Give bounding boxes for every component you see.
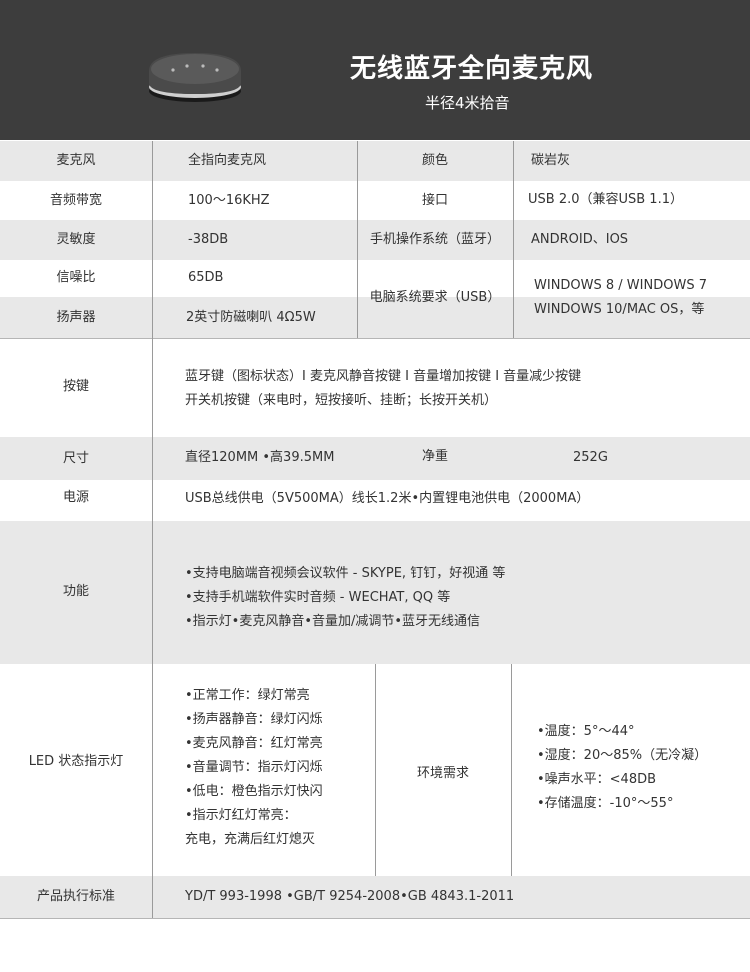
spec-value-phone-os: ANDROID、IOS [531, 232, 629, 247]
spec-label-snr: 信噪比 [56, 270, 96, 285]
led-line: •低电：橙色指示灯快闪 [185, 784, 323, 799]
spec-value-color: 碳岩灰 [531, 153, 571, 168]
page-title: 无线蓝牙全向麦克风 [350, 54, 594, 84]
spec-label-speaker: 扬声器 [56, 310, 96, 325]
spec-value-keys-line1: 蓝牙键（图标状态）I 麦克风静音按键 I 音量增加按键 I 音量减少按键 [185, 369, 582, 384]
led-line: •正常工作：绿灯常亮 [185, 688, 310, 703]
spec-label-environment: 环境需求 [416, 766, 469, 781]
spec-label-sensitivity: 灵敏度 [56, 232, 96, 247]
spec-value-weight: 252G [573, 450, 608, 465]
page-subtitle: 半径4米拾音 [425, 94, 510, 112]
led-line: 充电，充满后红灯熄灭 [185, 832, 316, 847]
spec-label-function: 功能 [62, 584, 89, 599]
function-line: •支持手机端软件实时音频 - WECHAT, QQ 等 [185, 590, 451, 605]
spec-label-phone-os: 手机操作系统（蓝牙） [369, 232, 500, 247]
spec-value-bandwidth: 100～16KHZ [188, 193, 270, 208]
spec-value-port: USB 2.0（兼容USB 1.1） [528, 192, 683, 207]
environment-line: •存储温度：-10°～55° [537, 796, 674, 811]
spec-label-mic: 麦克风 [56, 153, 96, 168]
spec-label-led: LED 状态指示灯 [28, 754, 124, 769]
spec-label-weight: 净重 [422, 449, 449, 464]
spec-label-pc-req: 电脑系统要求（USB） [369, 290, 501, 305]
led-line: •扬声器静音：绿灯闪烁 [185, 712, 323, 727]
spec-value-pc-req-line1: WINDOWS 8 / WINDOWS 7 [534, 278, 707, 293]
led-line: •音量调节：指示灯闪烁 [185, 760, 323, 775]
spec-label-power: 电源 [62, 490, 89, 505]
column-divider [152, 141, 153, 918]
environment-line: •湿度：20～85%（无冷凝） [537, 748, 708, 763]
spec-label-port: 接口 [421, 193, 448, 208]
spec-label-color: 颜色 [421, 153, 448, 168]
spec-label-keys: 按键 [62, 379, 89, 394]
spec-value-power: USB总线供电（5V500MA）线长1.2米•内置锂电池供电（2000MA） [185, 491, 590, 506]
led-line: •麦克风静音：红灯常亮 [185, 736, 323, 751]
spec-value-keys-line2: 开关机按键（来电时，短按接听、挂断；长按开关机） [185, 393, 498, 408]
spec-label-size: 尺寸 [62, 451, 89, 466]
spec-value-size: 直径120MM •高39.5MM [185, 450, 335, 465]
spec-value-mic: 全指向麦克风 [188, 153, 267, 168]
divider [0, 918, 750, 919]
spec-label-bandwidth: 音频带宽 [49, 193, 102, 208]
function-line: •支持电脑端音视频会议软件 - SKYPE, 钉钉，好视通 等 [185, 566, 506, 581]
led-line: •指示灯红灯常亮： [185, 808, 297, 823]
column-divider [513, 141, 514, 338]
function-line: •指示灯•麦克风静音•音量加/减调节•蓝牙无线通信 [185, 614, 481, 629]
column-divider [511, 664, 512, 876]
spec-value-snr: 65DB [188, 270, 224, 285]
divider [0, 338, 750, 339]
environment-line: •噪声水平：<48DB [537, 772, 657, 787]
spec-value-standard: YD/T 993-1998 •GB/T 9254-2008•GB 4843.1-… [185, 889, 515, 904]
spec-value-speaker: 2英寸防磁喇叭 4Ω5W [186, 310, 316, 325]
spec-label-standard: 产品执行标准 [36, 889, 115, 904]
header-banner: 无线蓝牙全向麦克风 半径4米拾音 [0, 0, 750, 140]
speaker-image [149, 53, 241, 102]
environment-line: •温度：5°～44° [537, 724, 635, 739]
spec-value-sensitivity: -38DB [188, 232, 229, 247]
spec-value-pc-req-line2: WINDOWS 10/MAC OS，等 [534, 302, 705, 317]
